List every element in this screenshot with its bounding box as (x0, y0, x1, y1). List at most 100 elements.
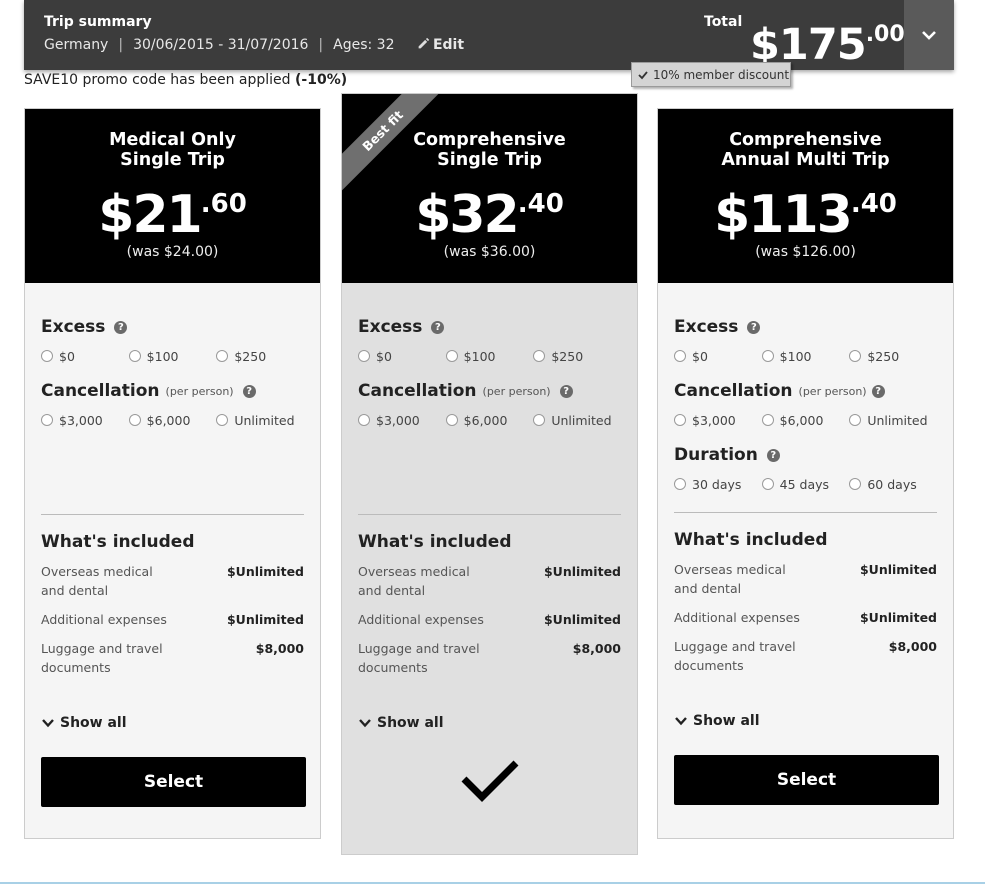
cancellation-radio[interactable]: $3,000 (674, 410, 762, 430)
excess-radio[interactable]: $100 (445, 346, 534, 366)
help-icon[interactable]: ? (747, 320, 761, 334)
trip-summary-bar: Trip summary Germany | 30/06/2015 - 31/07/… (24, 0, 954, 70)
cancellation-radio[interactable]: $6,000 (445, 410, 534, 430)
excess-radio[interactable]: $250 (533, 346, 621, 366)
excess-heading: Excess? (41, 317, 304, 337)
help-icon[interactable]: ? (871, 384, 885, 398)
radio-label: $0 (59, 348, 75, 364)
show-all-link[interactable]: Show all (41, 715, 304, 731)
included-value: $Unlimited (859, 610, 937, 625)
pencil-icon (418, 37, 430, 49)
price-cents: .40 (517, 189, 564, 219)
cancellation-options: $3,000 $6,000 Unlimited (41, 410, 304, 430)
duration-radio[interactable]: 60 days (849, 474, 937, 494)
radio-circle (216, 350, 229, 362)
included-label-line: and dental (674, 581, 742, 596)
included-value: $Unlimited (226, 564, 304, 579)
cancellation-heading: Cancellation (per person)? (41, 381, 304, 401)
radio-circle (128, 350, 141, 362)
radio-label: $100 (463, 348, 496, 364)
cancellation-radio[interactable]: Unlimited (533, 410, 621, 430)
cancellation-label: Cancellation (358, 381, 477, 401)
help-icon[interactable]: ? (766, 448, 780, 462)
radio-circle (358, 414, 370, 426)
radio-circle (41, 350, 53, 362)
included-label: Additional expenses (674, 610, 800, 625)
plan-header: Medical Only Single Trip $21.60 (was $24.… (25, 109, 320, 283)
included-row: Luggage and travel documents $8,000 (674, 637, 937, 675)
excess-radio[interactable]: $0 (674, 346, 762, 366)
per-person-label: (per person) (482, 384, 551, 398)
separator: | (118, 37, 124, 53)
duration-radio[interactable]: 30 days (674, 474, 762, 494)
duration-heading: Duration? (674, 445, 937, 465)
price-cents: .60 (200, 189, 247, 219)
show-all-link[interactable]: Show all (358, 715, 621, 731)
radio-label: $0 (692, 348, 708, 364)
included-row: Additional expenses $Unlimited (358, 610, 621, 629)
was-price: (was $126.00) (755, 244, 856, 260)
excess-radio[interactable]: $0 (358, 346, 446, 366)
radio-circle (445, 414, 458, 426)
excess-radio[interactable]: $250 (849, 346, 937, 366)
help-icon[interactable]: ? (114, 320, 128, 334)
radio-label: $6,000 (463, 412, 508, 428)
edit-button[interactable]: Edit (417, 37, 464, 53)
cancellation-radio[interactable]: $3,000 (358, 410, 446, 430)
excess-radio[interactable]: $250 (216, 346, 304, 366)
excess-radio[interactable]: $100 (761, 346, 850, 366)
radio-label: 30 days (692, 476, 742, 492)
cancellation-radio[interactable]: Unlimited (849, 410, 937, 430)
per-person-label: (per person) (798, 384, 867, 398)
cancellation-radio[interactable]: $6,000 (128, 410, 217, 430)
per-person-label: (per person) (165, 384, 234, 398)
price-dollars: $32 (415, 185, 520, 245)
trip-dates: 30/06/2015 - 31/07/2016 (133, 37, 309, 53)
excess-heading: Excess? (674, 317, 937, 337)
plan-name-line: Comprehensive (729, 130, 882, 150)
help-icon[interactable]: ? (431, 320, 445, 334)
excess-label: Excess (41, 317, 106, 337)
help-icon[interactable]: ? (242, 384, 256, 398)
checkmark-icon (461, 760, 518, 802)
cancellation-radio[interactable]: $6,000 (761, 410, 850, 430)
selected-indicator (358, 757, 621, 805)
included-row: Luggage and travel documents $8,000 (358, 639, 621, 677)
included-row: Luggage and travel documents $8,000 (41, 639, 304, 677)
included-label-line: documents (674, 658, 744, 673)
included-value: $8,000 (888, 639, 937, 654)
duration-radio[interactable]: 45 days (761, 474, 850, 494)
help-icon[interactable]: ? (559, 384, 573, 398)
included-label-line: Luggage and travel (358, 641, 480, 656)
select-button[interactable]: Select (41, 757, 306, 807)
cancellation-radio[interactable]: $3,000 (41, 410, 129, 430)
excess-label: Excess (674, 317, 739, 337)
select-button[interactable]: Select (674, 755, 939, 805)
radio-circle (674, 350, 686, 362)
whats-included-heading: What's included (674, 530, 828, 550)
was-price: (was $24.00) (126, 244, 219, 260)
cancellation-radio[interactable]: Unlimited (216, 410, 304, 430)
radio-label: $3,000 (376, 412, 420, 428)
chevron-down-icon (675, 717, 687, 726)
plan-price: $113.40 (658, 176, 953, 243)
radio-circle (849, 350, 862, 362)
cancellation-label: Cancellation (41, 381, 160, 401)
radio-label: $100 (779, 348, 812, 364)
trip-details: Germany | 30/06/2015 - 31/07/2016 | Ages: 32… (44, 37, 464, 53)
included-label: Overseas medical and dental (358, 562, 470, 600)
plan-price: $21.60 (25, 176, 320, 243)
summary-expand-button[interactable] (904, 0, 954, 70)
duration-label: Duration (674, 445, 758, 465)
excess-radio[interactable]: $0 (41, 346, 129, 366)
show-all-label: Show all (693, 713, 760, 729)
included-value: $8,000 (572, 641, 621, 656)
show-all-link[interactable]: Show all (674, 713, 937, 729)
radio-label: $100 (146, 348, 179, 364)
cancellation-heading: Cancellation (per person)? (358, 381, 621, 401)
excess-heading: Excess? (358, 317, 621, 337)
excess-radio[interactable]: $100 (128, 346, 217, 366)
included-label-line: Luggage and travel (41, 641, 163, 656)
included-row: Overseas medical and dental $Unlimited (41, 562, 304, 600)
whats-included-heading: What's included (358, 532, 512, 552)
